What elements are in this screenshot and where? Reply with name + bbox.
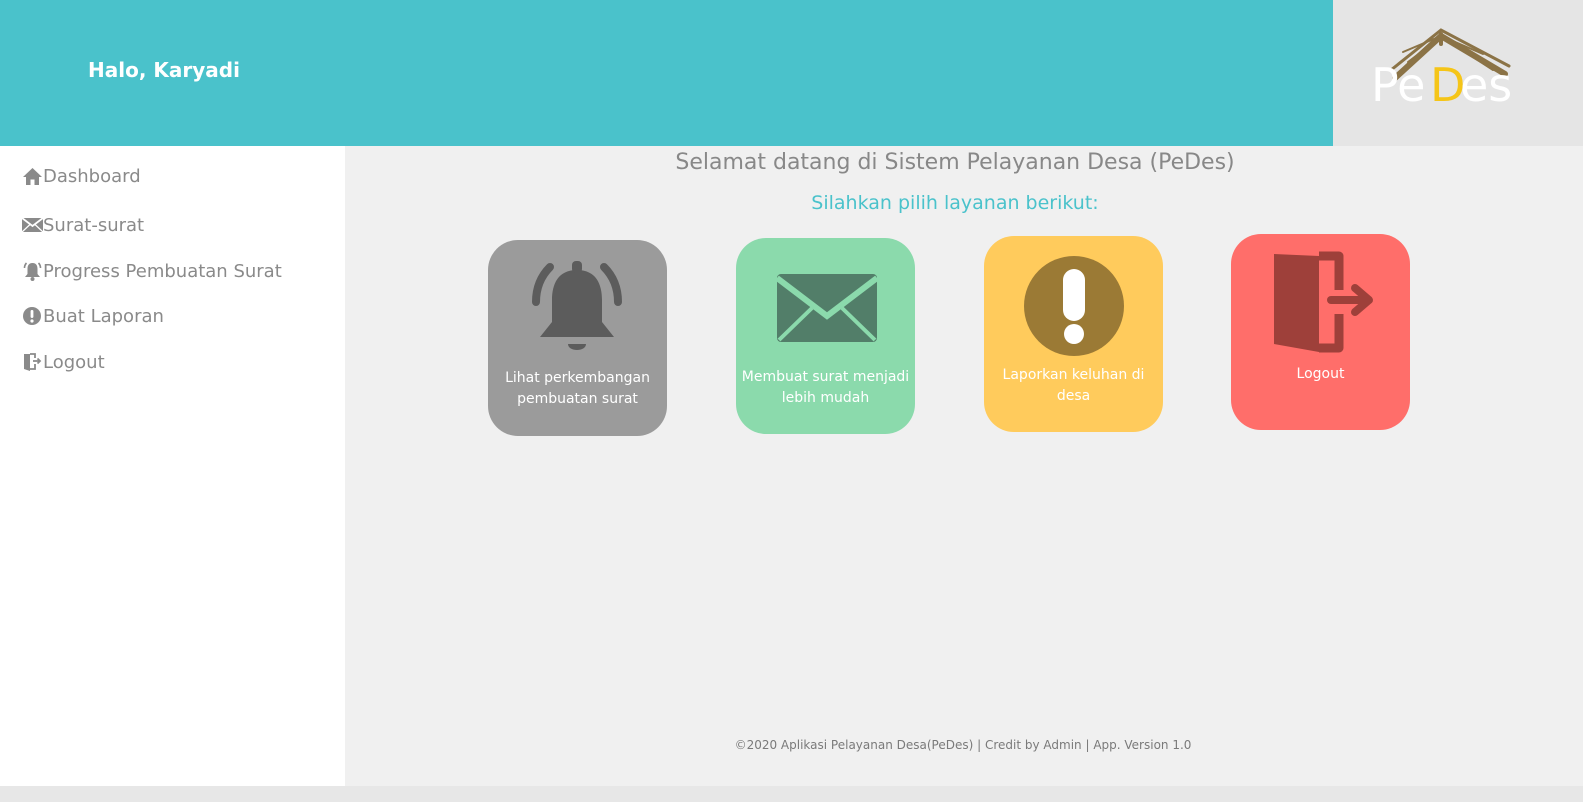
user-greeting: Halo, Karyadi [88,58,240,82]
logout-icon [22,352,43,373]
sidebar-item-progress[interactable]: Progress Pembuatan Surat [22,261,282,282]
sidebar-item-surat-surat[interactable]: Surat-surat [22,215,144,236]
home-icon [22,166,43,187]
top-header: Halo, Karyadi [0,0,1333,146]
app-logo[interactable]: Pe D es [1333,0,1583,146]
card-logout[interactable]: Logout [1231,234,1410,430]
sidebar-item-label: Buat Laporan [43,306,164,327]
exclamation-icon [22,306,43,327]
bell-icon [488,240,667,370]
card-label: Logout [1296,366,1345,382]
exclamation-circle-icon [984,236,1163,366]
sidebar-item-label: Surat-surat [43,215,145,236]
sidebar-item-label: Progress Pembuatan Surat [43,261,282,282]
card-progress-surat[interactable]: Lihat perkembangan pembuatan surat [488,240,667,436]
card-laporan[interactable]: Laporkan keluhan di desa [984,236,1163,432]
bell-icon [22,261,43,282]
sidebar-item-logout[interactable]: Logout [22,352,105,373]
welcome-title: Selamat datang di Sistem Pelayanan Desa … [675,150,1235,175]
main-content: Selamat datang di Sistem Pelayanan Desa … [345,146,1583,786]
svg-text:es: es [1460,58,1512,112]
pedes-logo-icon: Pe D es [1371,28,1512,112]
card-label: Laporkan keluhan di desa [1002,367,1145,404]
door-exit-icon [1231,234,1410,364]
sidebar: Dashboard Surat-surat Progress Pembuatan… [0,146,345,786]
sidebar-item-label: Logout [43,352,105,373]
footer-text: ©2020 Aplikasi Pelayanan Desa(PeDes) | C… [734,738,1192,752]
card-label: Lihat perkembangan pembuatan surat [505,370,650,407]
envelope-icon [22,215,43,236]
card-buat-surat[interactable]: Membuat surat menjadi lebih mudah [736,238,915,434]
svg-text:Pe: Pe [1371,58,1425,112]
sidebar-item-buat-laporan[interactable]: Buat Laporan [22,306,164,327]
service-subtitle: Silahkan pilih layanan berikut: [811,192,1099,214]
envelope-icon [736,238,915,368]
card-label: Membuat surat menjadi lebih mudah [741,369,910,406]
sidebar-item-label: Dashboard [43,166,141,187]
sidebar-item-dashboard[interactable]: Dashboard [22,166,141,187]
